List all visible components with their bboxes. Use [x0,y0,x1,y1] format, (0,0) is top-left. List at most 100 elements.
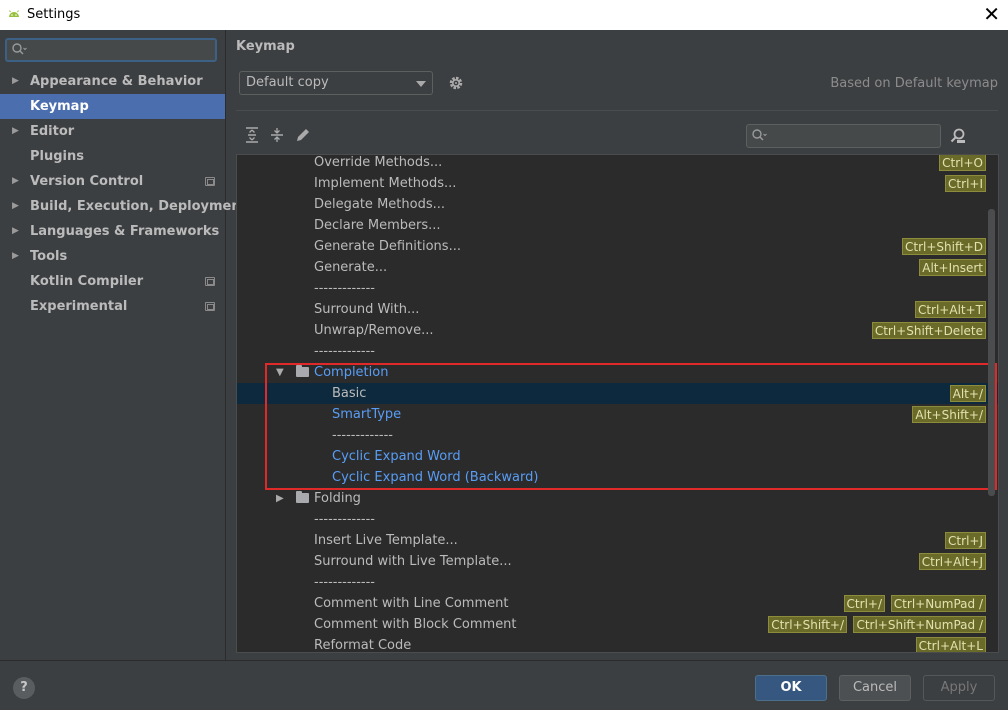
shortcut-badge: Ctrl+Shift+D [902,238,986,255]
tree-row[interactable]: Cyclic Expand Word [237,446,998,467]
sidebar-item-label: Version Control [30,174,144,189]
page-title: Keymap [236,39,295,54]
chevron-right-icon[interactable]: ▶ [12,219,19,244]
tree-row[interactable]: Insert Live Template... Ctrl+J [237,530,998,551]
keymap-dropdown[interactable]: Default copy [239,71,433,95]
action-label: Basic [332,386,367,401]
shortcut-badge: Alt+/ [949,385,986,402]
chevron-down-icon [416,81,426,87]
shortcut-badge: Ctrl+Shift+Delete [871,322,986,339]
title-bar: Settings ✕ [0,0,1008,30]
tree-row[interactable]: Reformat Code Ctrl+Alt+L [237,635,998,653]
tree-row[interactable]: Generate... Alt+Insert [237,257,998,278]
chevron-right-icon[interactable]: ▶ [12,244,19,269]
sidebar-item[interactable]: Keymap [0,94,225,119]
project-level-icon [205,177,215,186]
action-label: ------------- [332,428,393,443]
tree-row[interactable]: SmartType Alt+Shift+/ [237,404,998,425]
action-label: Cyclic Expand Word [332,449,461,464]
sidebar-item-label: Build, Execution, Deployment [30,199,247,214]
sidebar-item[interactable]: ▶ Version Control [0,169,225,194]
tree-row[interactable]: ------------- [237,341,998,362]
tree-row[interactable]: Generate Definitions... Ctrl+Shift+D [237,236,998,257]
shortcut-badge: Ctrl+Alt+T [914,301,986,318]
collapse-all-icon[interactable] [268,126,286,144]
action-label: Generate Definitions... [314,239,461,254]
action-label: Cyclic Expand Word (Backward) [332,470,539,485]
find-by-shortcut-icon[interactable] [949,127,967,145]
tree-folder-row[interactable]: ▼ Completion [237,362,998,383]
tree-row[interactable]: ------------- [237,572,998,593]
keymap-panel: Keymap Default copy Based on Default key… [227,30,1008,660]
sidebar-item-label: Tools [30,249,68,264]
sidebar-item-label: Editor [30,124,75,139]
tree-row[interactable]: Comment with Line Comment Ctrl+NumPad / Ct… [237,593,998,614]
tree-row[interactable]: ------------- [237,509,998,530]
close-icon[interactable]: ✕ [983,3,1000,25]
action-label: Folding [314,491,361,506]
search-icon [751,128,767,145]
tree-row[interactable]: Comment with Block Comment Ctrl+Shift+Num… [237,614,998,635]
tree-row[interactable]: Implement Methods... Ctrl+I [237,173,998,194]
android-icon [9,10,19,17]
tree-row[interactable]: ------------- [237,278,998,299]
sidebar-item[interactable]: ▶ Appearance & Behavior [0,69,225,94]
sidebar-item[interactable]: Kotlin Compiler [0,269,225,294]
sidebar-item[interactable]: ▶ Editor [0,119,225,144]
tree-row[interactable]: ------------- [237,425,998,446]
sidebar-item-label: Appearance & Behavior [30,74,203,89]
action-label: Declare Members... [314,218,441,233]
tree-row[interactable]: Surround with Live Template... Ctrl+Alt+J [237,551,998,572]
keymap-search[interactable] [746,124,941,148]
gear-icon[interactable] [447,74,465,92]
sidebar-item-label: Kotlin Compiler [30,274,144,289]
action-label: Comment with Line Comment [314,596,509,611]
tree-row[interactable]: Unwrap/Remove... Ctrl+Shift+Delete [237,320,998,341]
shortcut-badge: Alt+Insert [919,259,986,276]
tree-row[interactable]: Surround With... Ctrl+Alt+T [237,299,998,320]
keymap-dropdown-value: Default copy [246,75,329,90]
tree-row[interactable]: Cyclic Expand Word (Backward) [237,467,998,488]
chevron-right-icon[interactable]: ▶ [12,69,19,94]
chevron-down-icon[interactable]: ▼ [276,362,284,383]
action-label: Surround with Live Template... [314,554,512,569]
action-label: ------------- [314,344,375,359]
tree-row[interactable]: Declare Members... [237,215,998,236]
shortcut-badge: Ctrl+Alt+L [915,637,986,652]
chevron-right-icon[interactable]: ▶ [12,119,19,144]
settings-sidebar: ▶ Appearance & Behavior Keymap ▶ Editor Plugi… [0,30,247,660]
chevron-right-icon[interactable]: ▶ [276,488,284,509]
sidebar-item[interactable]: Experimental [0,294,225,319]
help-icon[interactable]: ? [13,677,35,699]
settings-search-input[interactable] [29,41,209,59]
cancel-button[interactable]: Cancel [839,675,911,701]
action-label: Insert Live Template... [314,533,458,548]
tree-row[interactable]: Override Methods... Ctrl+O [237,155,998,173]
ok-button[interactable]: OK [755,675,827,701]
sidebar-item[interactable]: ▶ Tools [0,244,225,269]
action-label: Implement Methods... [314,176,457,191]
edit-pencil-icon[interactable] [294,126,312,144]
tree-scrollbar[interactable] [988,209,995,496]
expand-all-icon[interactable] [243,126,261,144]
sidebar-item[interactable]: Plugins [0,144,225,169]
sidebar-item-label: Experimental [30,299,128,314]
shortcut-badge: Ctrl+NumPad / [890,595,986,612]
action-label: ------------- [314,512,375,527]
tree-folder-row[interactable]: ▶ Folding [237,488,998,509]
apply-button[interactable]: Apply [923,675,995,701]
action-label: Completion [314,365,389,380]
shortcut-badge: Alt+Shift+/ [912,406,986,423]
tree-row[interactable]: Delegate Methods... [237,194,998,215]
tree-row[interactable]: Basic Alt+/ [237,383,998,404]
chevron-right-icon[interactable]: ▶ [12,169,19,194]
keymap-search-input[interactable] [769,127,934,145]
settings-nav-list: ▶ Appearance & Behavior Keymap ▶ Editor Plugi… [0,69,247,319]
based-on-label: Based on Default keymap [830,76,998,91]
chevron-right-icon[interactable]: ▶ [12,194,19,219]
sidebar-item[interactable]: ▶ Build, Execution, Deployment [0,194,247,219]
settings-search[interactable] [5,38,217,62]
action-label: Unwrap/Remove... [314,323,434,338]
action-label: Reformat Code [314,638,412,653]
sidebar-item[interactable]: ▶ Languages & Frameworks [0,219,225,244]
